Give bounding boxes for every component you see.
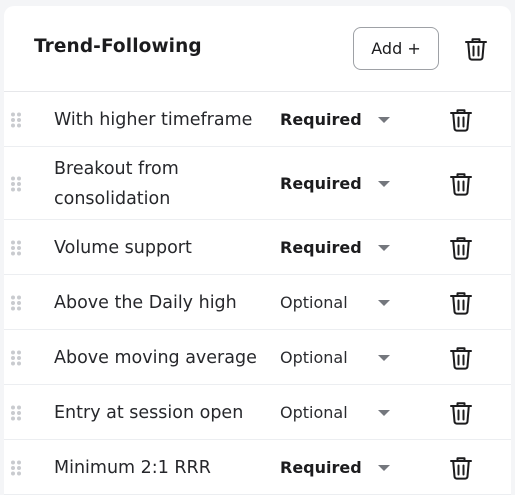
drag-handle-icon[interactable] [10,405,22,421]
checklist-card: Trend-Following Add + With higher timefr… [4,6,511,495]
requirement-select[interactable]: Optional [280,293,348,312]
requirement-select[interactable]: Required [280,174,362,193]
rule-row: Above the Daily high Optional [4,275,511,330]
delete-rule-trash-icon[interactable] [449,290,473,316]
delete-rule-trash-icon[interactable] [449,235,473,261]
delete-rule-trash-icon[interactable] [449,400,473,426]
add-button[interactable]: Add + [353,27,439,70]
checklist-title: Trend-Following [34,36,202,57]
drag-handle-icon[interactable] [10,295,22,311]
drag-handle-icon[interactable] [10,460,22,476]
requirement-select[interactable]: Optional [280,403,348,422]
drag-handle-icon[interactable] [10,240,22,256]
rule-label: Volume support [54,237,192,258]
caret-down-icon[interactable] [377,464,391,472]
rule-row: Above moving average Optional [4,330,511,385]
caret-down-icon[interactable] [377,354,391,362]
card-header: Trend-Following Add + [4,6,511,92]
rule-row: Volume support Required [4,220,511,275]
rule-row: With higher timeframe Required [4,92,511,147]
drag-handle-icon[interactable] [10,112,22,128]
requirement-select[interactable]: Required [280,458,362,477]
delete-rule-trash-icon[interactable] [449,345,473,371]
rule-label: Minimum 2:1 RRR [54,457,211,478]
rule-label: Above the Daily high [54,292,237,313]
caret-down-icon[interactable] [377,299,391,307]
delete-rule-trash-icon[interactable] [449,455,473,481]
requirement-select[interactable]: Required [280,110,362,129]
requirement-select[interactable]: Optional [280,348,348,367]
rule-label: With higher timeframe [54,109,253,130]
delete-rule-trash-icon[interactable] [449,171,473,197]
caret-down-icon[interactable] [377,180,391,188]
rule-row: Entry at session open Optional [4,385,511,440]
drag-handle-icon[interactable] [10,176,22,192]
rule-label: Entry at session open [54,402,244,423]
caret-down-icon[interactable] [377,409,391,417]
delete-rule-trash-icon[interactable] [449,107,473,133]
drag-handle-icon[interactable] [10,350,22,366]
caret-down-icon[interactable] [377,244,391,252]
caret-down-icon[interactable] [377,116,391,124]
rule-label: Above moving average [54,347,257,368]
delete-checklist-trash-icon[interactable] [464,36,488,62]
requirement-select[interactable]: Required [280,238,362,257]
rule-row: Minimum 2:1 RRR Required [4,440,511,495]
rule-label: Breakout from consolidation [54,158,179,209]
rule-row: Breakout from consolidation Required [4,147,511,220]
